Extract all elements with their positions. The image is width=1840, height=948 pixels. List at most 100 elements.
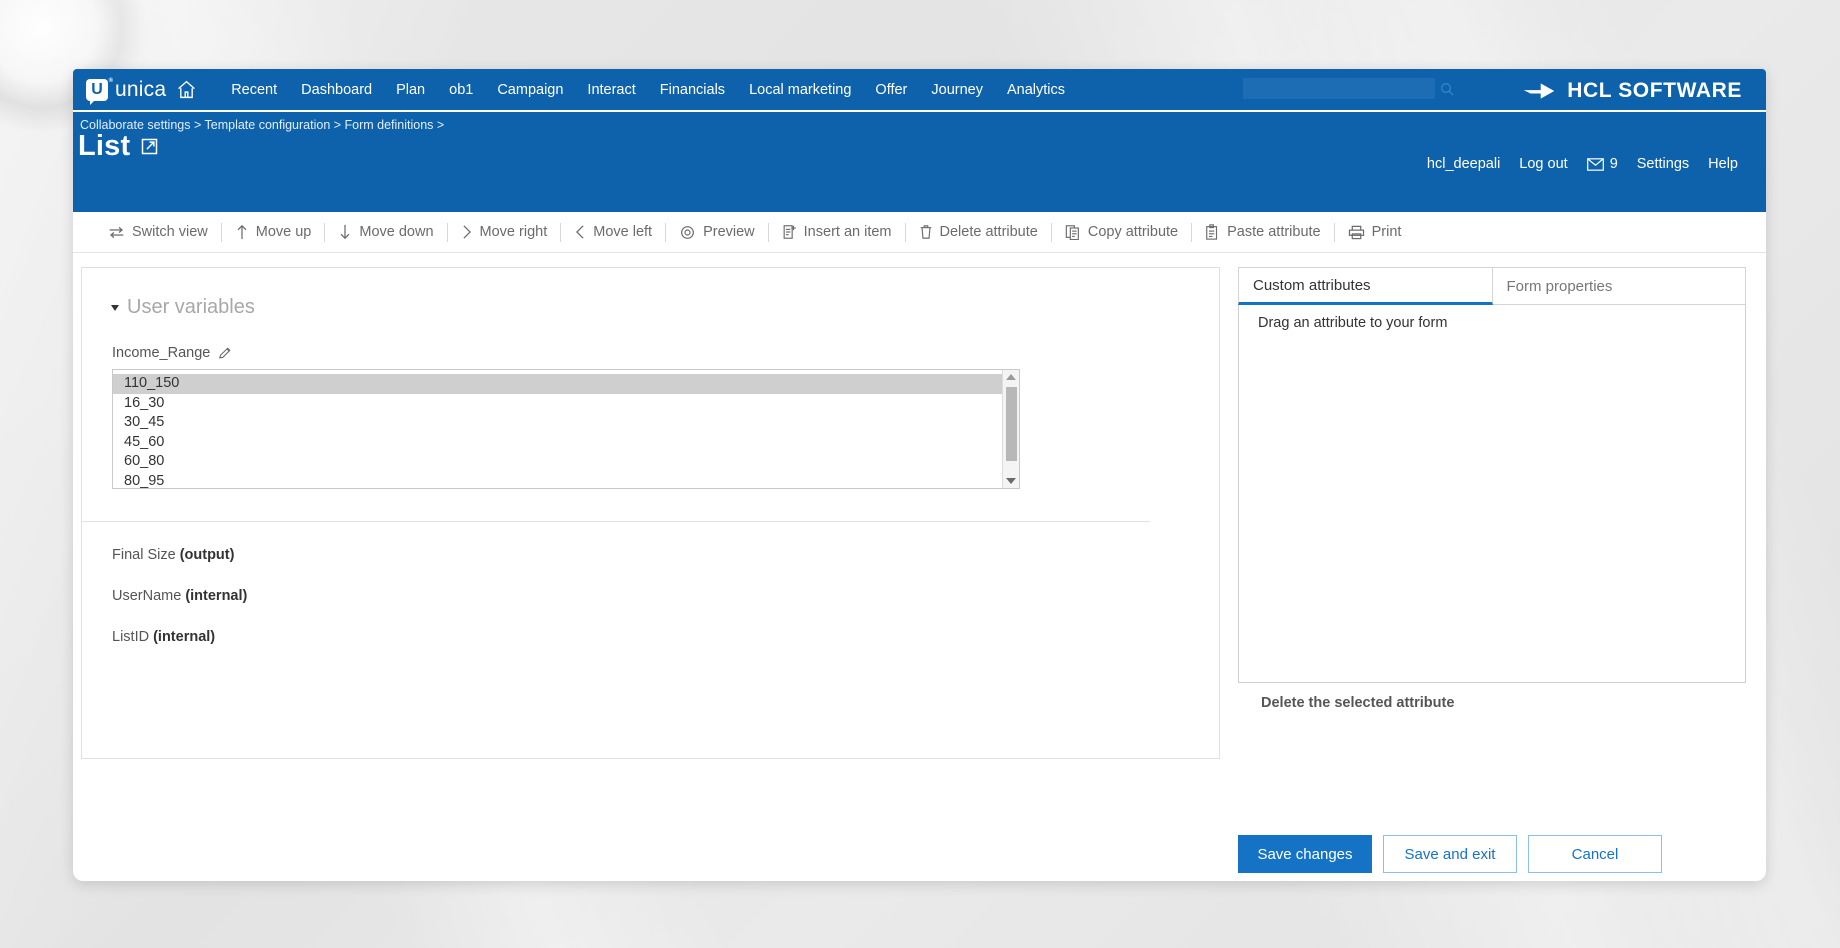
move-down-label: Move down <box>359 224 433 240</box>
nav-item-plan[interactable]: Plan <box>384 78 437 102</box>
envelope-icon <box>1587 158 1604 171</box>
nav-item-journey[interactable]: Journey <box>919 78 995 102</box>
switch-view-button[interactable]: Switch view <box>95 221 221 243</box>
field-kind: (output) <box>180 547 235 563</box>
scroll-up-arrow-icon[interactable] <box>1006 374 1016 380</box>
scroll-down-arrow-icon[interactable] <box>1006 478 1016 484</box>
nav-item-dashboard[interactable]: Dashboard <box>289 78 384 102</box>
readonly-field-listid[interactable]: ListID (internal) <box>112 629 1189 645</box>
copy-attribute-label: Copy attribute <box>1088 224 1178 240</box>
print-label: Print <box>1372 224 1402 240</box>
readonly-field-final-size[interactable]: Final Size (output) <box>112 547 1189 563</box>
section-divider <box>82 521 1150 522</box>
field-name: Final Size <box>112 547 180 563</box>
username-label: hcl_deepali <box>1427 156 1500 172</box>
action-button-row: Save changes Save and exit Cancel <box>1238 835 1746 881</box>
nav-item-ob1[interactable]: ob1 <box>437 78 485 102</box>
delete-attribute-button[interactable]: Delete attribute <box>906 221 1051 243</box>
paste-icon <box>1205 224 1220 240</box>
caret-down-icon[interactable] <box>111 305 119 311</box>
form-editor-toolbar: Switch view Move up Move down <box>73 212 1766 253</box>
unica-logo[interactable]: U® unica <box>86 78 166 102</box>
nav-item-offer[interactable]: Offer <box>863 78 919 102</box>
home-icon[interactable] <box>176 79 197 100</box>
tab-form-properties[interactable]: Form properties <box>1493 267 1747 305</box>
field-name: UserName <box>112 588 185 604</box>
move-left-button[interactable]: Move left <box>561 221 665 243</box>
cancel-button[interactable]: Cancel <box>1528 835 1662 873</box>
nav-item-campaign[interactable]: Campaign <box>485 78 575 102</box>
switch-view-label: Switch view <box>132 224 208 240</box>
nav-item-recent[interactable]: Recent <box>219 78 289 102</box>
list-item[interactable]: 110_150 <box>113 374 1019 394</box>
editor-body: User variables Income_Range 110_150 16_3… <box>73 253 1766 881</box>
copy-icon <box>1065 224 1081 240</box>
attributes-panel: Custom attributes Form properties Drag a… <box>1238 267 1750 881</box>
paste-attribute-button[interactable]: Paste attribute <box>1192 221 1334 243</box>
unica-wordmark: unica <box>115 78 166 102</box>
hcl-logo-icon <box>1522 80 1556 102</box>
save-and-exit-button[interactable]: Save and exit <box>1383 835 1517 873</box>
application-window: U® unica Recent Dashboard Plan ob1 Campa… <box>73 69 1766 881</box>
list-item[interactable]: 80_95 <box>113 472 1019 490</box>
drag-hint-text: Drag an attribute to your form <box>1258 315 1447 331</box>
field-name: ListID <box>112 629 153 645</box>
income-range-listbox[interactable]: 110_150 16_30 30_45 45_60 60_80 80_95 <box>112 369 1020 489</box>
nav-item-analytics[interactable]: Analytics <box>995 78 1077 102</box>
search-icon[interactable] <box>1439 81 1455 97</box>
paste-attribute-label: Paste attribute <box>1227 224 1321 240</box>
list-item[interactable]: 45_60 <box>113 433 1019 453</box>
move-up-label: Move up <box>256 224 312 240</box>
chevron-left-icon <box>574 224 586 240</box>
move-right-button[interactable]: Move right <box>448 221 561 243</box>
unica-u-icon: U® <box>86 79 108 101</box>
move-down-button[interactable]: Move down <box>325 221 446 243</box>
delete-attribute-label: Delete attribute <box>940 224 1038 240</box>
attribute-dropzone[interactable]: Drag an attribute to your form <box>1238 305 1746 683</box>
page-title: List <box>78 130 130 163</box>
hcl-software-branding: HCL SOFTWARE <box>1522 69 1742 112</box>
scrollbar-thumb[interactable] <box>1006 387 1017 461</box>
listbox-scrollbar[interactable] <box>1002 370 1019 488</box>
list-item[interactable]: 30_45 <box>113 413 1019 433</box>
print-button[interactable]: Print <box>1335 221 1415 243</box>
save-changes-button[interactable]: Save changes <box>1238 835 1372 873</box>
arrow-down-icon <box>338 224 352 240</box>
printer-icon <box>1348 225 1365 240</box>
group-title: User variables <box>127 296 255 319</box>
search-input[interactable] <box>1243 78 1435 99</box>
arrow-up-icon <box>235 224 249 240</box>
nav-item-interact[interactable]: Interact <box>575 78 647 102</box>
move-up-button[interactable]: Move up <box>222 221 325 243</box>
delete-attribute-hint[interactable]: Delete the selected attribute <box>1238 683 1746 711</box>
eye-icon <box>679 225 696 240</box>
insert-item-label: Insert an item <box>804 224 892 240</box>
hcl-software-text: HCL SOFTWARE <box>1567 79 1742 103</box>
list-item[interactable]: 60_80 <box>113 452 1019 472</box>
main-menu: Recent Dashboard Plan ob1 Campaign Inter… <box>219 78 1077 102</box>
insert-item-button[interactable]: Insert an item <box>769 221 905 243</box>
pencil-icon[interactable] <box>218 346 232 360</box>
user-variables-group-header[interactable]: User variables <box>112 296 1189 319</box>
nav-item-financials[interactable]: Financials <box>648 78 737 102</box>
form-canvas[interactable]: User variables Income_Range 110_150 16_3… <box>81 267 1220 759</box>
move-right-label: Move right <box>480 224 548 240</box>
preview-label: Preview <box>703 224 755 240</box>
messages-indicator[interactable]: 9 <box>1587 156 1618 172</box>
readonly-field-username[interactable]: UserName (internal) <box>112 588 1189 604</box>
preview-button[interactable]: Preview <box>666 221 768 243</box>
trash-icon <box>919 224 933 240</box>
external-link-icon[interactable] <box>139 136 160 157</box>
help-link[interactable]: Help <box>1708 156 1738 172</box>
listbox-options: 110_150 16_30 30_45 45_60 60_80 80_95 <box>113 370 1019 489</box>
copy-attribute-button[interactable]: Copy attribute <box>1052 221 1191 243</box>
top-navigation-bar: U® unica Recent Dashboard Plan ob1 Campa… <box>73 69 1766 112</box>
nav-item-local-marketing[interactable]: Local marketing <box>737 78 863 102</box>
list-item[interactable]: 16_30 <box>113 394 1019 414</box>
account-bar: hcl_deepali Log out 9 Settings Help <box>1427 156 1738 172</box>
logout-button[interactable]: Log out <box>1519 156 1567 172</box>
chevron-right-icon <box>461 224 473 240</box>
settings-link[interactable]: Settings <box>1637 156 1689 172</box>
search-area <box>1243 78 1455 99</box>
tab-custom-attributes[interactable]: Custom attributes <box>1238 267 1493 305</box>
